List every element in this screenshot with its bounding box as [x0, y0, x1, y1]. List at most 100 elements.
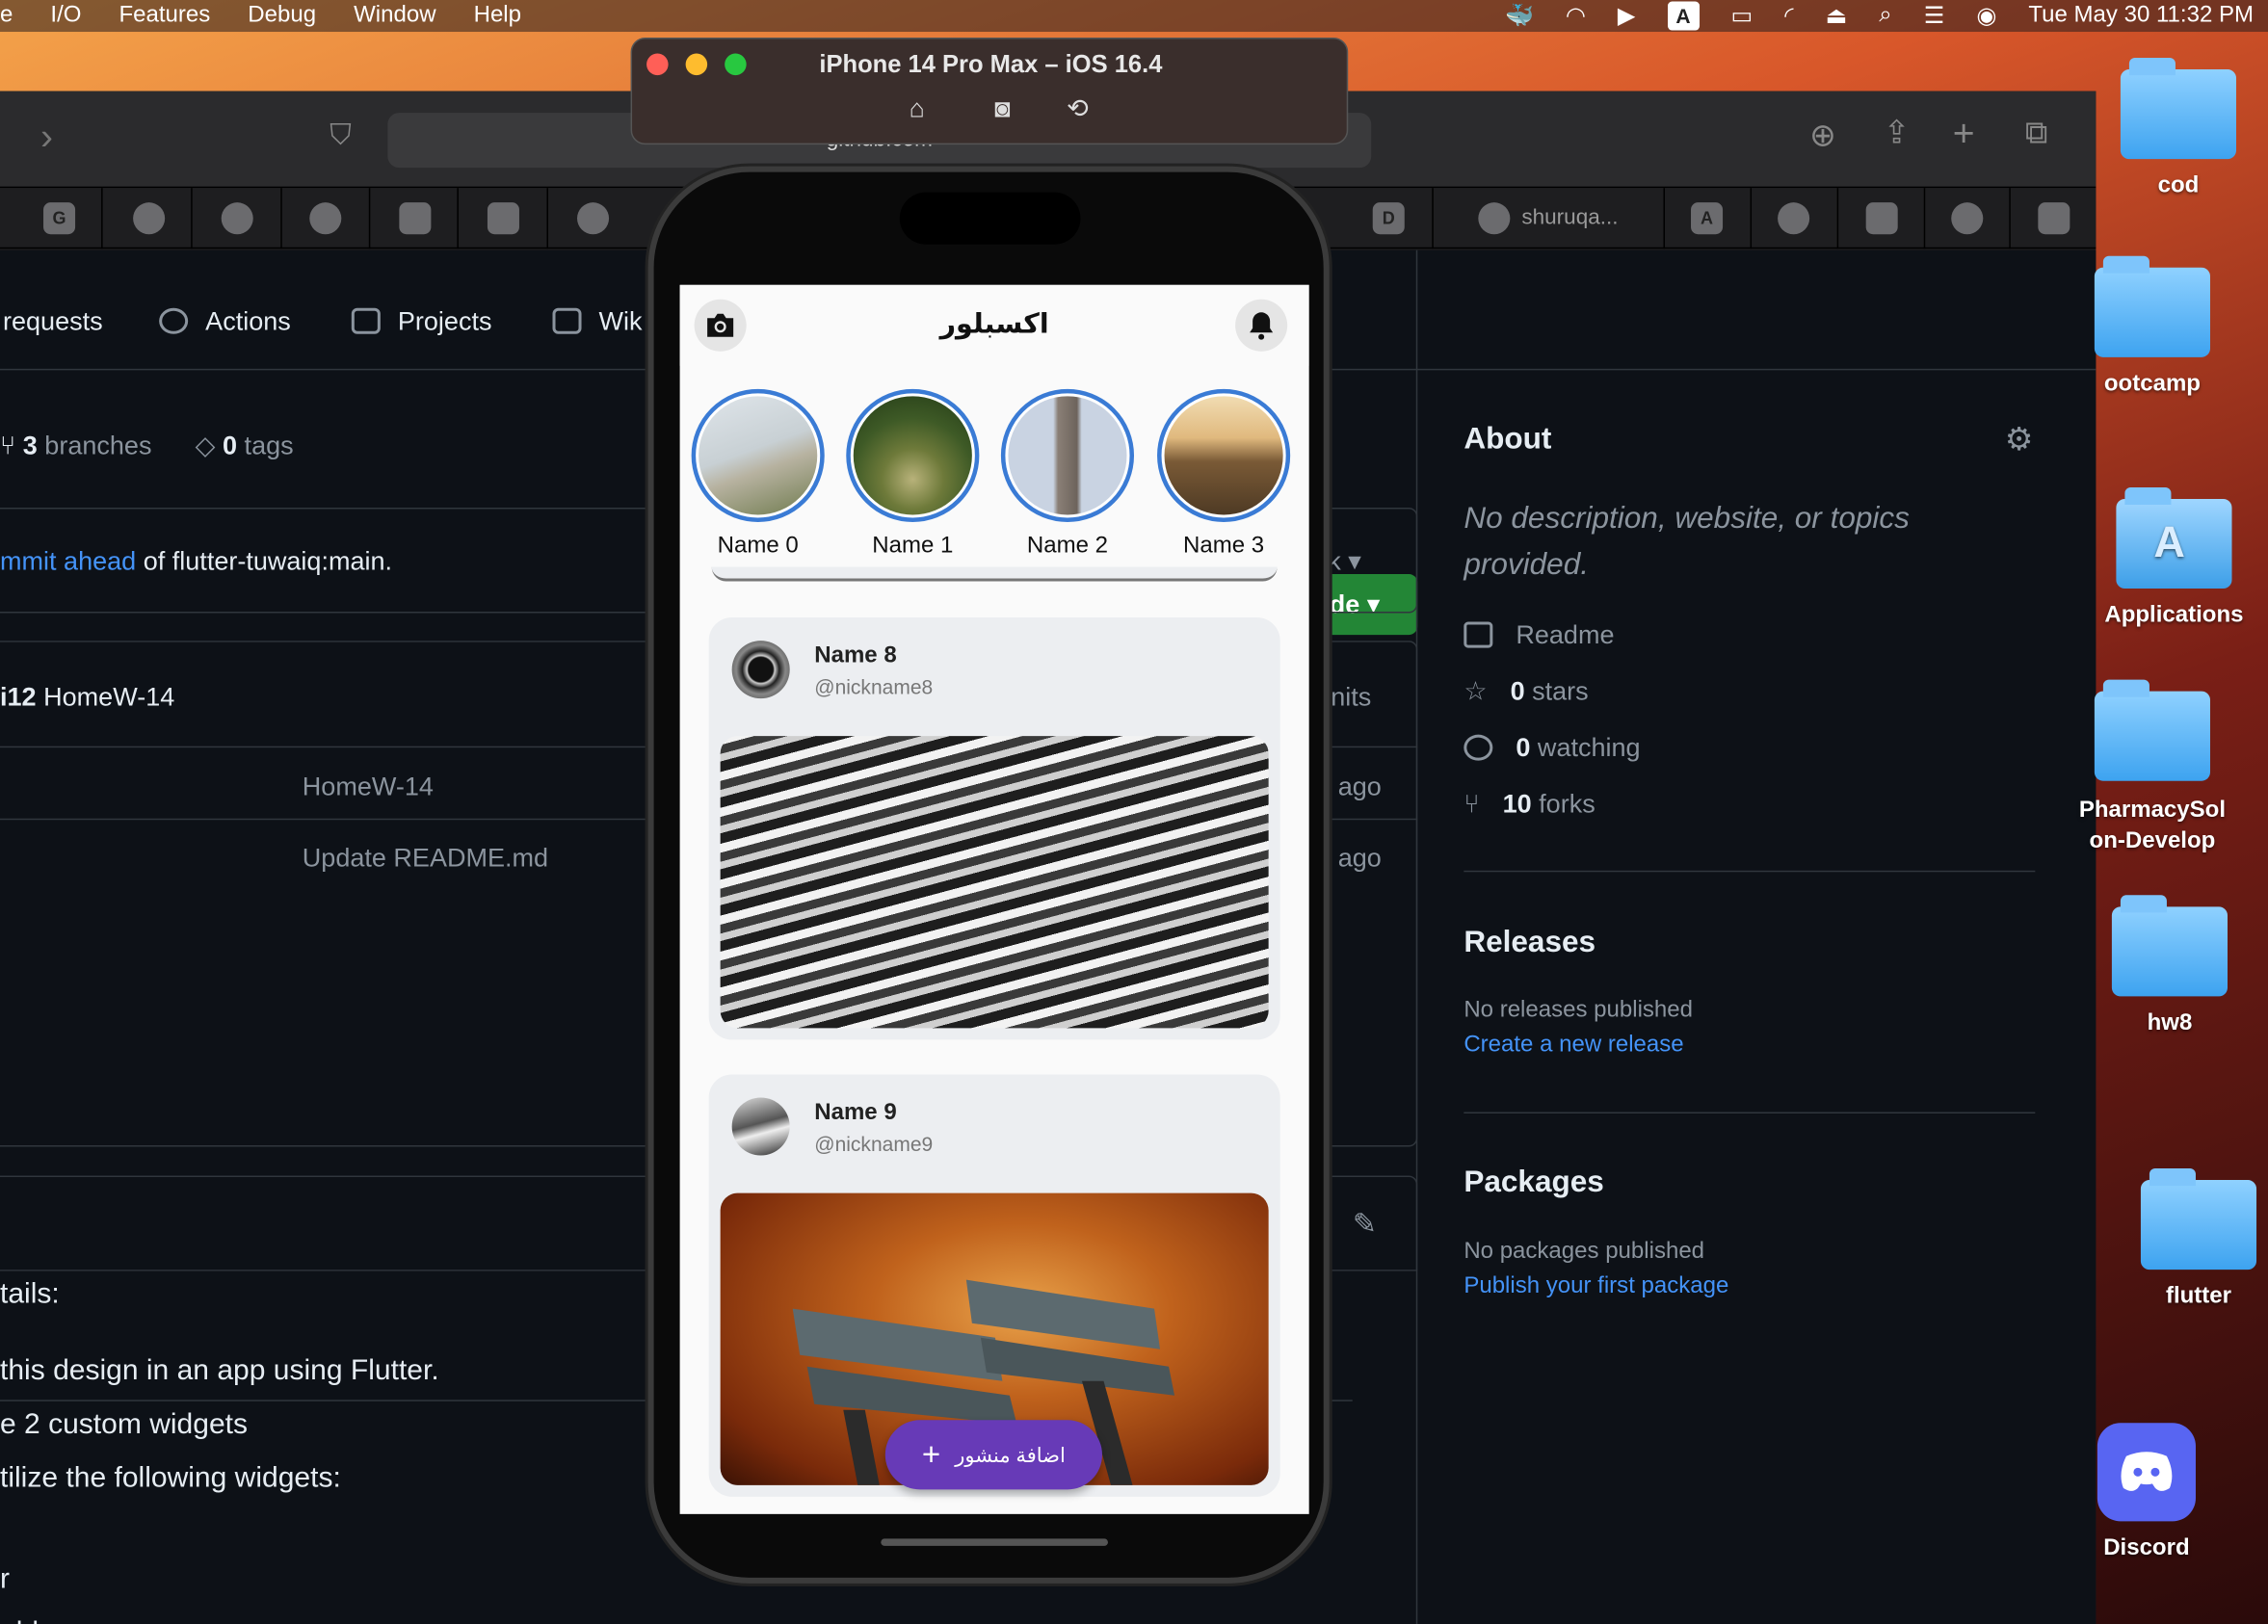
tab-favicon[interactable] [1778, 202, 1810, 235]
screenshot-icon[interactable]: ◙ [987, 94, 1018, 126]
wifi-icon[interactable]: ◜ [1784, 2, 1793, 31]
releases-title[interactable]: Releases [1464, 926, 1596, 960]
siri-icon[interactable]: ◉ [1976, 2, 1996, 31]
notifications-button[interactable] [1235, 299, 1288, 352]
desktop-folder-bootcamp[interactable]: ootcamp [2066, 255, 2239, 398]
notion-tab-favicon[interactable] [2038, 202, 2070, 235]
home-indicator[interactable] [881, 1538, 1108, 1546]
add-post-label: اضافة منشور [955, 1442, 1066, 1466]
nav-pull-requests[interactable]: requests [3, 306, 103, 337]
menu-item-debug[interactable]: Debug [229, 3, 335, 29]
home-icon[interactable]: ⌂ [901, 94, 933, 126]
tab-favicon[interactable]: D [1372, 202, 1405, 235]
folder-icon [2111, 895, 2228, 997]
tab-favicon[interactable] [221, 202, 253, 235]
menu-bar: e I/O Features Debug Window Help 🐳 ◠ ▶ A… [0, 0, 2268, 33]
about-title: About [1464, 422, 1552, 456]
tab-favicon[interactable] [399, 202, 432, 235]
folder-icon [2140, 1168, 2257, 1270]
nav-wiki[interactable]: Wik [552, 306, 643, 337]
readme-link[interactable]: Readme [1464, 620, 1615, 651]
edit-icon[interactable]: ✎ [1353, 1206, 1377, 1243]
story-item[interactable]: Name 0 [691, 388, 825, 560]
tab-favicon[interactable] [577, 202, 610, 235]
nav-projects[interactable]: Projects [351, 306, 491, 337]
tabs-overview-icon[interactable]: ⧉ [2025, 115, 2048, 152]
watching-link[interactable]: 0 watching [1464, 733, 1641, 764]
tab-favicon[interactable]: A [1691, 202, 1724, 235]
packages-title[interactable]: Packages [1464, 1166, 1604, 1200]
gear-icon[interactable]: ⚙ [2005, 421, 2034, 458]
activity-icon[interactable]: ◠ [1566, 2, 1586, 31]
eye-icon [1464, 734, 1493, 761]
tab-favicon[interactable] [487, 202, 519, 235]
simulator-titlebar: iPhone 14 Pro Max – iOS 16.4 ⌂ ◙ ⟲ [630, 38, 1349, 145]
simulator-title: iPhone 14 Pro Max – iOS 16.4 [819, 50, 1163, 79]
tab-favicon[interactable]: G [43, 202, 76, 235]
create-release-link[interactable]: Create a new release [1464, 1033, 1683, 1059]
desktop-folder-applications[interactable]: A Applications [2087, 486, 2260, 629]
post-avatar[interactable] [731, 641, 790, 699]
desktop-folder-pharmacy[interactable]: PharmacySol on-Develop [2066, 679, 2239, 856]
input-source-icon[interactable]: A [1667, 1, 1700, 31]
rotate-icon[interactable]: ⟲ [1062, 94, 1094, 126]
menu-item-window[interactable]: Window [335, 3, 455, 29]
story-item[interactable]: Name 2 [1000, 388, 1135, 560]
nav-actions[interactable]: Actions [159, 306, 291, 337]
fork-icon: ⑂ [1464, 789, 1480, 819]
tab-favicon[interactable] [309, 202, 342, 235]
play-icon[interactable]: ▶ [1618, 2, 1635, 31]
folder-icon [2120, 58, 2237, 160]
desktop-app-discord[interactable]: Discord [2060, 1423, 2233, 1561]
new-tab-icon[interactable]: + [1953, 112, 1975, 157]
post-author-name: Name 8 [814, 643, 897, 668]
menu-item-edit[interactable]: e [0, 3, 32, 29]
tab-favicon[interactable] [1951, 202, 1984, 235]
story-item[interactable]: Name 3 [1157, 388, 1291, 560]
tab-title[interactable]: shuruqa... [1521, 205, 1618, 230]
eject-icon[interactable]: ⏏ [1826, 2, 1848, 31]
menu-item-help[interactable]: Help [455, 3, 540, 29]
plus-icon: + [921, 1435, 941, 1473]
latest-commit[interactable]: i12 HomeW-14 [0, 683, 174, 714]
readme-line: e 2 custom widgets [0, 1408, 249, 1441]
share-icon[interactable]: ⇪ [1884, 115, 1911, 152]
branches-link[interactable]: ⑂ 3 branches [0, 431, 151, 461]
commits-link[interactable]: nits [1331, 683, 1371, 714]
story-avatar [1008, 396, 1127, 515]
post-avatar[interactable] [731, 1097, 790, 1156]
desktop-folder-flutter[interactable]: flutter [2112, 1168, 2268, 1310]
docker-icon[interactable]: 🐳 [1505, 2, 1534, 31]
stars-link[interactable]: ☆ 0 stars [1464, 677, 1588, 708]
forks-link[interactable]: ⑂ 10 forks [1464, 790, 1595, 821]
menu-item-io[interactable]: I/O [32, 3, 100, 29]
add-post-button[interactable]: + اضافة منشور [884, 1420, 1102, 1490]
menu-item-features[interactable]: Features [100, 3, 229, 29]
file-commit-message[interactable]: HomeW-14 [303, 773, 434, 803]
apple-tab-favicon[interactable] [1865, 202, 1898, 235]
forward-icon[interactable]: › [40, 115, 53, 160]
battery-icon[interactable]: ▭ [1730, 2, 1753, 31]
story-name: Name 2 [1026, 533, 1109, 559]
readme-line: eld [0, 1616, 39, 1624]
desktop-folder-cod[interactable]: cod [2092, 58, 2265, 199]
publish-package-link[interactable]: Publish your first package [1464, 1274, 1728, 1300]
projects-icon [351, 307, 381, 334]
tab-favicon[interactable] [133, 202, 166, 235]
folder-icon [2094, 679, 2210, 781]
file-commit-message[interactable]: Update README.md [303, 843, 548, 874]
story-item[interactable]: Name 1 [846, 388, 980, 560]
fork-button[interactable]: k ▾ [1328, 546, 1361, 577]
post-image[interactable] [720, 736, 1269, 1029]
menu-clock[interactable]: Tue May 30 11:32 PM [2028, 3, 2254, 29]
github-tab-favicon[interactable] [1478, 202, 1511, 235]
desktop-folder-hw8[interactable]: hw8 [2083, 895, 2256, 1036]
post-card[interactable]: Name 8 @nickname8 [708, 617, 1280, 1040]
star-icon: ☆ [1464, 676, 1488, 706]
tags-link[interactable]: ◇ 0 tags [196, 431, 294, 461]
shield-icon[interactable]: ⛉ [330, 120, 352, 154]
ahead-link[interactable]: mmit ahead [0, 546, 136, 575]
control-center-icon[interactable]: ☰ [1924, 2, 1945, 31]
download-icon[interactable]: ⊕ [1809, 118, 1836, 155]
spotlight-search-icon[interactable]: ⌕ [1879, 3, 1891, 29]
